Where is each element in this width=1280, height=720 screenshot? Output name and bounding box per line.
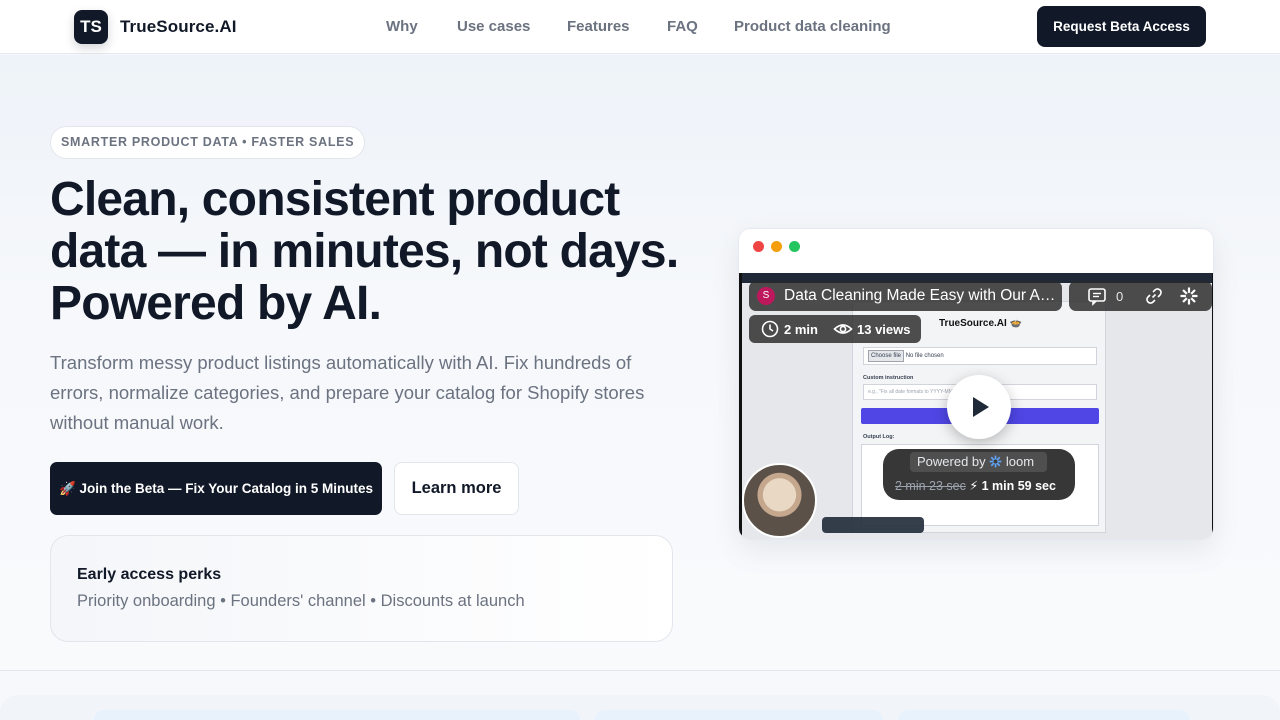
powered-by-text: Powered by: [917, 454, 986, 469]
inner-output-label: Output Log:: [863, 434, 895, 440]
request-beta-access-button[interactable]: Request Beta Access: [1037, 6, 1206, 47]
video-actions-pill: 0: [1069, 281, 1212, 311]
inner-file-input: Choose file No file chosen: [863, 347, 1097, 365]
video-title-pill[interactable]: S Data Cleaning Made Easy with Our AI To…: [749, 281, 1062, 311]
window-maximize-dot: [789, 241, 800, 252]
play-button[interactable]: [947, 375, 1011, 439]
top-navbar: TS TrueSource.AI Why Use cases Features …: [0, 0, 1280, 54]
video-card: TrueSource.AI 🍲 Choose file No file chos…: [738, 228, 1214, 540]
learn-more-button[interactable]: Learn more: [394, 462, 519, 515]
original-duration: 2 min 23 sec: [895, 479, 966, 493]
video-meta-pill: 2 min 13 views: [749, 315, 921, 343]
perks-title: Early access perks: [77, 566, 222, 583]
video-title[interactable]: Data Cleaning Made Easy with Our AI Tool: [784, 287, 1056, 305]
inner-file-status: No file chosen: [905, 353, 944, 359]
video-duration: 2 min: [784, 322, 818, 337]
creator-avatar: S: [757, 287, 775, 305]
hero-subtitle: Transform messy product listings automat…: [50, 352, 645, 433]
nav-link-features[interactable]: Features: [567, 18, 630, 35]
nav-link-why[interactable]: Why: [386, 18, 418, 35]
recording-controls-bar: [822, 517, 924, 533]
powered-by-label: Powered by loom: [910, 452, 1047, 472]
comment-count: 0: [1116, 289, 1124, 304]
feature-card-2: [595, 710, 883, 720]
hero-eyebrow-badge: SMARTER PRODUCT DATA • FASTER SALES: [50, 126, 366, 159]
fast-duration: ⚡ 1 min 59 sec: [969, 479, 1056, 493]
early-access-perks-card: Early access perks Priority onboarding •…: [50, 535, 673, 642]
presenter-camera-bubble: [742, 463, 817, 538]
comment-icon[interactable]: [1087, 286, 1107, 311]
logo-badge[interactable]: TS: [74, 10, 108, 44]
nav-link-faq[interactable]: FAQ: [667, 18, 698, 35]
window-close-dot: [753, 241, 764, 252]
nav-link-use-cases[interactable]: Use cases: [457, 18, 530, 35]
section-divider: [0, 670, 1280, 671]
powered-by-loom-pill[interactable]: Powered by loom 2 min 23 sec ⚡ 1 min 59 …: [883, 449, 1075, 500]
nav-link-product-data-cleaning[interactable]: Product data cleaning: [734, 18, 891, 35]
inner-choose-file-button: Choose file: [868, 350, 905, 362]
clock-icon: [760, 319, 780, 344]
perks-text: Priority onboarding • Founders' channel …: [77, 592, 525, 610]
play-icon: [973, 397, 989, 417]
brand-name[interactable]: TrueSource.AI: [120, 17, 237, 37]
inner-app-logo: TrueSource.AI 🍲: [939, 318, 1023, 329]
inner-custom-instruction-label: Custom instruction: [863, 375, 914, 381]
loom-logo-icon[interactable]: [1179, 286, 1199, 311]
loom-star-icon: [989, 455, 1002, 468]
join-beta-button[interactable]: 🚀 Join the Beta — Fix Your Catalog in 5 …: [50, 462, 382, 515]
loom-video-player[interactable]: TrueSource.AI 🍲 Choose file No file chos…: [739, 273, 1213, 539]
window-minimize-dot: [771, 241, 782, 252]
loom-brand-text: loom: [1005, 454, 1035, 469]
link-icon[interactable]: [1144, 286, 1164, 311]
feature-card-1: [94, 710, 580, 720]
time-saved-row: 2 min 23 sec ⚡ 1 min 59 sec: [895, 478, 1056, 493]
eye-icon: [833, 319, 853, 344]
hero-title: Clean, consistent product data — in minu…: [50, 173, 679, 330]
feature-card-3: [898, 710, 1190, 720]
video-views: 13 views: [857, 322, 911, 337]
